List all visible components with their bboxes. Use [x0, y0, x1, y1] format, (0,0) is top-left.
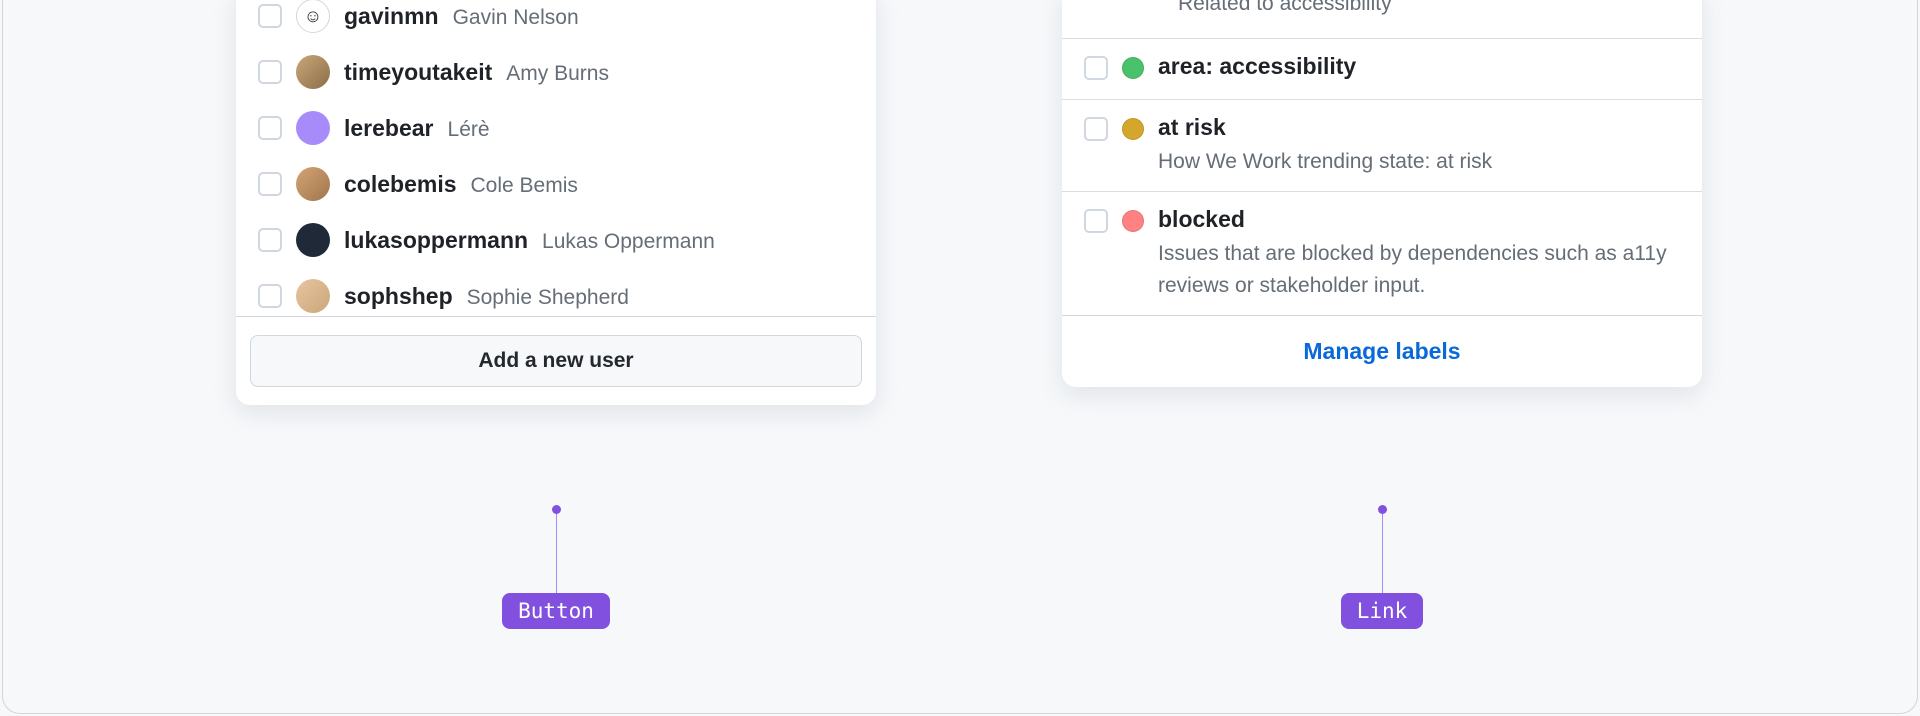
realname: Lérè [448, 118, 490, 142]
label-row[interactable]: area: accessibility [1062, 38, 1702, 99]
callout-dot-icon [1378, 505, 1387, 514]
username: timeyoutakeit [344, 59, 492, 86]
checkbox[interactable] [1084, 56, 1108, 80]
user-list: ☺ gavinmn Gavin Nelson timeyoutakeit Amy… [236, 0, 876, 316]
label-description: Related to accessibility [1178, 0, 1680, 20]
user-row[interactable]: sophshep Sophie Shepherd [236, 268, 876, 316]
callout-badge: Link [1341, 593, 1424, 629]
realname: Sophie Shepherd [467, 286, 629, 310]
avatar [296, 223, 330, 257]
user-row[interactable]: lukasoppermann Lukas Oppermann [236, 212, 876, 268]
label-color-dot [1122, 118, 1144, 140]
username: lukasoppermann [344, 227, 528, 254]
main-container: ☺ gavinmn Gavin Nelson timeyoutakeit Amy… [0, 0, 1920, 716]
avatar [296, 167, 330, 201]
user-row[interactable]: timeyoutakeit Amy Burns [236, 44, 876, 100]
username: gavinmn [344, 3, 439, 30]
checkbox[interactable] [258, 284, 282, 308]
label-description: Issues that are blocked by dependencies … [1158, 238, 1680, 301]
avatar [296, 55, 330, 89]
panel-footer: Add a new user [236, 316, 876, 405]
label-name: blocked [1158, 206, 1680, 233]
user-text: colebemis Cole Bemis [344, 171, 578, 198]
user-row[interactable]: ☺ gavinmn Gavin Nelson [236, 0, 876, 44]
user-text: gavinmn Gavin Nelson [344, 3, 579, 30]
callout-badge: Button [502, 593, 610, 629]
callout-dot-icon [552, 505, 561, 514]
realname: Amy Burns [506, 62, 609, 86]
user-row[interactable]: colebemis Cole Bemis [236, 156, 876, 212]
checkbox[interactable] [258, 4, 282, 28]
user-text: sophshep Sophie Shepherd [344, 283, 629, 310]
label-text: area: accessibility [1158, 53, 1680, 85]
callout-link: Link [1286, 508, 1478, 629]
avatar [296, 279, 330, 313]
label-name: at risk [1158, 114, 1680, 141]
label-color-dot [1122, 210, 1144, 232]
user-text: lerebear Lérè [344, 115, 490, 142]
label-desc-partial: Related to accessibility [1062, 0, 1702, 38]
user-select-panel: ☺ gavinmn Gavin Nelson timeyoutakeit Amy… [236, 0, 876, 405]
checkbox[interactable] [258, 60, 282, 84]
label-text: blocked Issues that are blocked by depen… [1158, 206, 1680, 301]
label-color-dot [1122, 57, 1144, 79]
label-description: How We Work trending state: at risk [1158, 146, 1680, 178]
add-user-button[interactable]: Add a new user [250, 335, 862, 387]
manage-labels-link[interactable]: Manage labels [1303, 338, 1460, 364]
panel-footer: Manage labels [1062, 315, 1702, 387]
checkbox[interactable] [258, 228, 282, 252]
label-row[interactable]: blocked Issues that are blocked by depen… [1062, 191, 1702, 315]
checkbox[interactable] [258, 172, 282, 196]
label-row[interactable]: at risk How We Work trending state: at r… [1062, 99, 1702, 192]
realname: Gavin Nelson [453, 6, 579, 30]
label-name: area: accessibility [1158, 53, 1680, 80]
user-text: lukasoppermann Lukas Oppermann [344, 227, 715, 254]
avatar [296, 111, 330, 145]
callout-line [556, 508, 557, 593]
user-row[interactable]: lerebear Lérè [236, 100, 876, 156]
avatar: ☺ [296, 0, 330, 33]
checkbox[interactable] [258, 116, 282, 140]
label-select-panel: Related to accessibility area: accessibi… [1062, 0, 1702, 387]
username: colebemis [344, 171, 457, 198]
username: sophshep [344, 283, 453, 310]
checkbox[interactable] [1084, 209, 1108, 233]
label-list: Related to accessibility area: accessibi… [1062, 0, 1702, 315]
realname: Lukas Oppermann [542, 230, 715, 254]
callout-button: Button [460, 508, 652, 629]
realname: Cole Bemis [471, 174, 578, 198]
checkbox[interactable] [1084, 117, 1108, 141]
user-text: timeyoutakeit Amy Burns [344, 59, 609, 86]
callout-line [1382, 508, 1383, 593]
label-text: at risk How We Work trending state: at r… [1158, 114, 1680, 178]
username: lerebear [344, 115, 434, 142]
